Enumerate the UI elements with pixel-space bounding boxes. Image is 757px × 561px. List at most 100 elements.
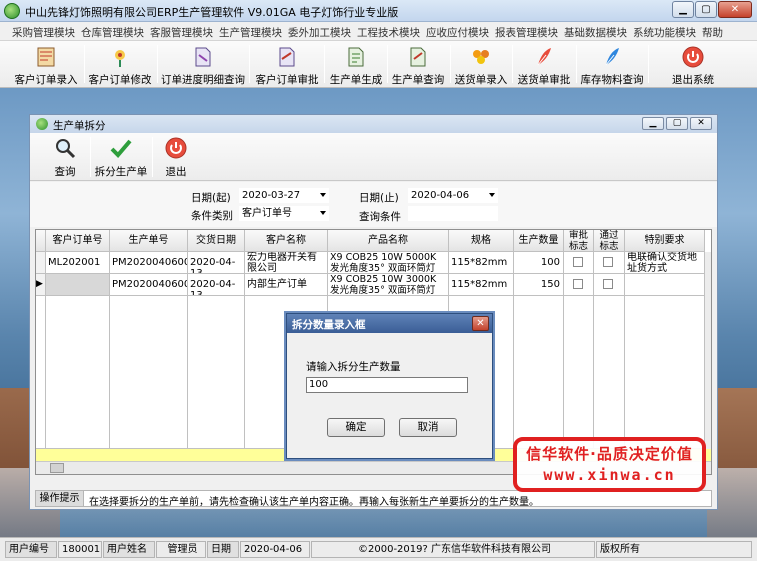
cell-order-no[interactable] xyxy=(46,274,110,296)
toolbar-progress-query-button[interactable]: 订单进度明细查询 xyxy=(161,43,245,86)
feather-icon xyxy=(537,48,551,66)
cell-quantity[interactable]: 150 xyxy=(514,274,564,296)
menu-purchase[interactable]: 采购管理模块 xyxy=(12,25,75,40)
menu-production[interactable]: 生产管理模块 xyxy=(219,25,282,40)
date-from-label: 日期(起) xyxy=(191,192,231,204)
toolbar-exit-button[interactable]: 退出系统 xyxy=(665,43,721,86)
query-button[interactable]: 查询 xyxy=(40,135,90,179)
col-header[interactable]: 生产数量 xyxy=(514,230,564,252)
child-maximize-button[interactable]: ▢ xyxy=(666,117,688,130)
split-button[interactable]: 拆分生产单 xyxy=(93,135,149,179)
cell-approve-flag[interactable] xyxy=(564,252,594,274)
checkbox[interactable] xyxy=(573,279,583,289)
menu-help[interactable]: 帮助 xyxy=(702,25,723,40)
col-header[interactable]: 生产单号 xyxy=(110,230,188,252)
date-to-label: 日期(止) xyxy=(359,192,399,204)
query-cond-input[interactable] xyxy=(408,206,498,221)
menu-system[interactable]: 系统功能模块 xyxy=(633,25,696,40)
toolbar-order-entry-button[interactable]: 客户订单录入 xyxy=(10,43,82,86)
toolbar-production-create-button[interactable]: 生产单生成 xyxy=(328,43,384,86)
child-close-button[interactable]: ✕ xyxy=(690,117,712,130)
checkbox[interactable] xyxy=(603,257,613,267)
notebook-icon xyxy=(37,47,55,67)
cell-special-req[interactable] xyxy=(625,274,705,296)
vertical-scrollbar[interactable] xyxy=(705,252,711,449)
menu-warehouse[interactable]: 仓库管理模块 xyxy=(81,25,144,40)
cell-pass-flag[interactable] xyxy=(594,274,625,296)
main-titlebar: 中山先锋灯饰照明有限公司ERP生产管理软件 V9.01GA 电子灯饰行业专业版 … xyxy=(0,0,757,22)
cell-production-no[interactable]: PM202004060020 xyxy=(110,274,188,296)
col-header[interactable]: 通过 标志 xyxy=(594,230,625,252)
close-button[interactable]: ✕ xyxy=(718,1,752,18)
power-icon xyxy=(165,137,187,159)
toolbar-delivery-approve-button[interactable]: 送货单审批 xyxy=(516,43,572,86)
date-to-picker[interactable]: 2020-04-06 xyxy=(408,188,498,203)
cell-production-no[interactable]: PM202004060002 xyxy=(110,252,188,274)
cond-type-select[interactable]: 客户订单号 xyxy=(239,206,329,221)
cell-product[interactable]: X9 COB25 10W 3000K 发光角度35° 双面环筒灯 xyxy=(328,274,449,296)
cell-spec[interactable]: 115*82mm xyxy=(449,252,514,274)
scroll-thumb[interactable] xyxy=(50,463,64,473)
window-title: 中山先锋灯饰照明有限公司ERP生产管理软件 V9.01GA 电子灯饰行业专业版 xyxy=(25,6,399,19)
exit-button[interactable]: 退出 xyxy=(156,135,196,179)
col-header[interactable]: 产品名称 xyxy=(328,230,449,252)
menu-service[interactable]: 客服管理模块 xyxy=(150,25,213,40)
cell-special-req[interactable]: 电联确认交货地址货方式 xyxy=(625,252,705,274)
copyright: ©2000-2019? 广东信华软件科技有限公司 xyxy=(311,541,595,558)
cell-quantity[interactable]: 100 xyxy=(514,252,564,274)
toolbar-label: 客户订单录入 xyxy=(14,74,78,86)
checkbox[interactable] xyxy=(573,257,583,267)
toolbar-label: 生产单查询 xyxy=(391,74,445,86)
cell-customer[interactable]: 宏力电器开关有限公司 xyxy=(245,252,328,274)
current-date: 2020-04-06 xyxy=(240,541,310,558)
cond-type-value: 客户订单号 xyxy=(242,208,292,219)
cell-pass-flag[interactable] xyxy=(594,252,625,274)
col-header[interactable]: 客户订单号 xyxy=(46,230,110,252)
toolbar-production-query-button[interactable]: 生产单查询 xyxy=(390,43,446,86)
menu-outsource[interactable]: 委外加工模块 xyxy=(288,25,351,40)
split-quantity-input[interactable]: 100 xyxy=(306,377,468,393)
checkbox[interactable] xyxy=(603,279,613,289)
menu-finance[interactable]: 应收应付模块 xyxy=(426,25,489,40)
cell-approve-flag[interactable] xyxy=(564,274,594,296)
toolbar-delivery-entry-button[interactable]: 送货单录入 xyxy=(453,43,509,86)
cell-customer[interactable]: 内部生产订单 xyxy=(245,274,328,296)
toolbar-label: 退出系统 xyxy=(672,74,714,86)
user-name-label: 用户姓名 xyxy=(103,541,155,558)
col-header[interactable]: 规格 xyxy=(449,230,514,252)
col-header[interactable]: 审批 标志 xyxy=(564,230,594,252)
operation-tip: 操作提示 在选择要拆分的生产单前，请先检查确认该生产单内容正确。再输入每张新生产… xyxy=(35,490,712,508)
cell-delivery-date[interactable]: 2020-04-13 xyxy=(188,252,245,274)
col-header[interactable]: 客户名称 xyxy=(245,230,328,252)
search-doc-icon xyxy=(195,47,211,67)
dialog-prompt: 请输入拆分生产数量 xyxy=(306,361,401,373)
cell-delivery-date[interactable]: 2020-04-13 xyxy=(188,274,245,296)
col-header[interactable]: 特别要求 xyxy=(625,230,705,252)
menu-reports[interactable]: 报表管理模块 xyxy=(495,25,558,40)
toolbar-inventory-query-button[interactable]: 库存物料查询 xyxy=(580,43,644,86)
flower-orange-icon xyxy=(473,50,489,64)
date-from-picker[interactable]: 2020-03-27 xyxy=(239,188,329,203)
toolbar-order-approve-button[interactable]: 客户订单审批 xyxy=(253,43,321,86)
minimize-button[interactable]: ▁ xyxy=(672,1,694,18)
menu-basedata[interactable]: 基础数据模块 xyxy=(564,25,627,40)
split-label: 拆分生产单 xyxy=(94,166,148,178)
query-cond-label: 查询条件 xyxy=(359,211,401,223)
cell-product[interactable]: X9 COB25 10W 5000K 发光角度35° 双面环筒灯 xyxy=(328,252,449,274)
filter-panel: 日期(起) 2020-03-27 日期(止) 2020-04-06 条件类别 客… xyxy=(30,182,717,227)
cancel-button[interactable]: 取消 xyxy=(399,418,457,437)
doc-query-icon xyxy=(410,47,426,67)
maximize-button[interactable]: ▢ xyxy=(695,1,717,18)
cell-spec[interactable]: 115*82mm xyxy=(449,274,514,296)
tip-message: 在选择要拆分的生产单前，请先检查确认该生产单内容正确。再输入每张新生产单要拆分的… xyxy=(89,497,539,508)
dialog-title: 拆分数量录入框 xyxy=(292,319,366,331)
child-minimize-button[interactable]: ▁ xyxy=(642,117,664,130)
toolbar-order-edit-button[interactable]: 客户订单修改 xyxy=(88,43,152,86)
cell-order-no[interactable]: ML202001 xyxy=(46,252,110,274)
col-header[interactable]: 交货日期 xyxy=(188,230,245,252)
magnifier-icon xyxy=(56,139,76,159)
toolbar-label: 客户订单修改 xyxy=(88,74,152,86)
menu-engineering[interactable]: 工程技术模块 xyxy=(357,25,420,40)
ok-button[interactable]: 确定 xyxy=(327,418,385,437)
dialog-close-button[interactable]: ✕ xyxy=(472,316,489,331)
